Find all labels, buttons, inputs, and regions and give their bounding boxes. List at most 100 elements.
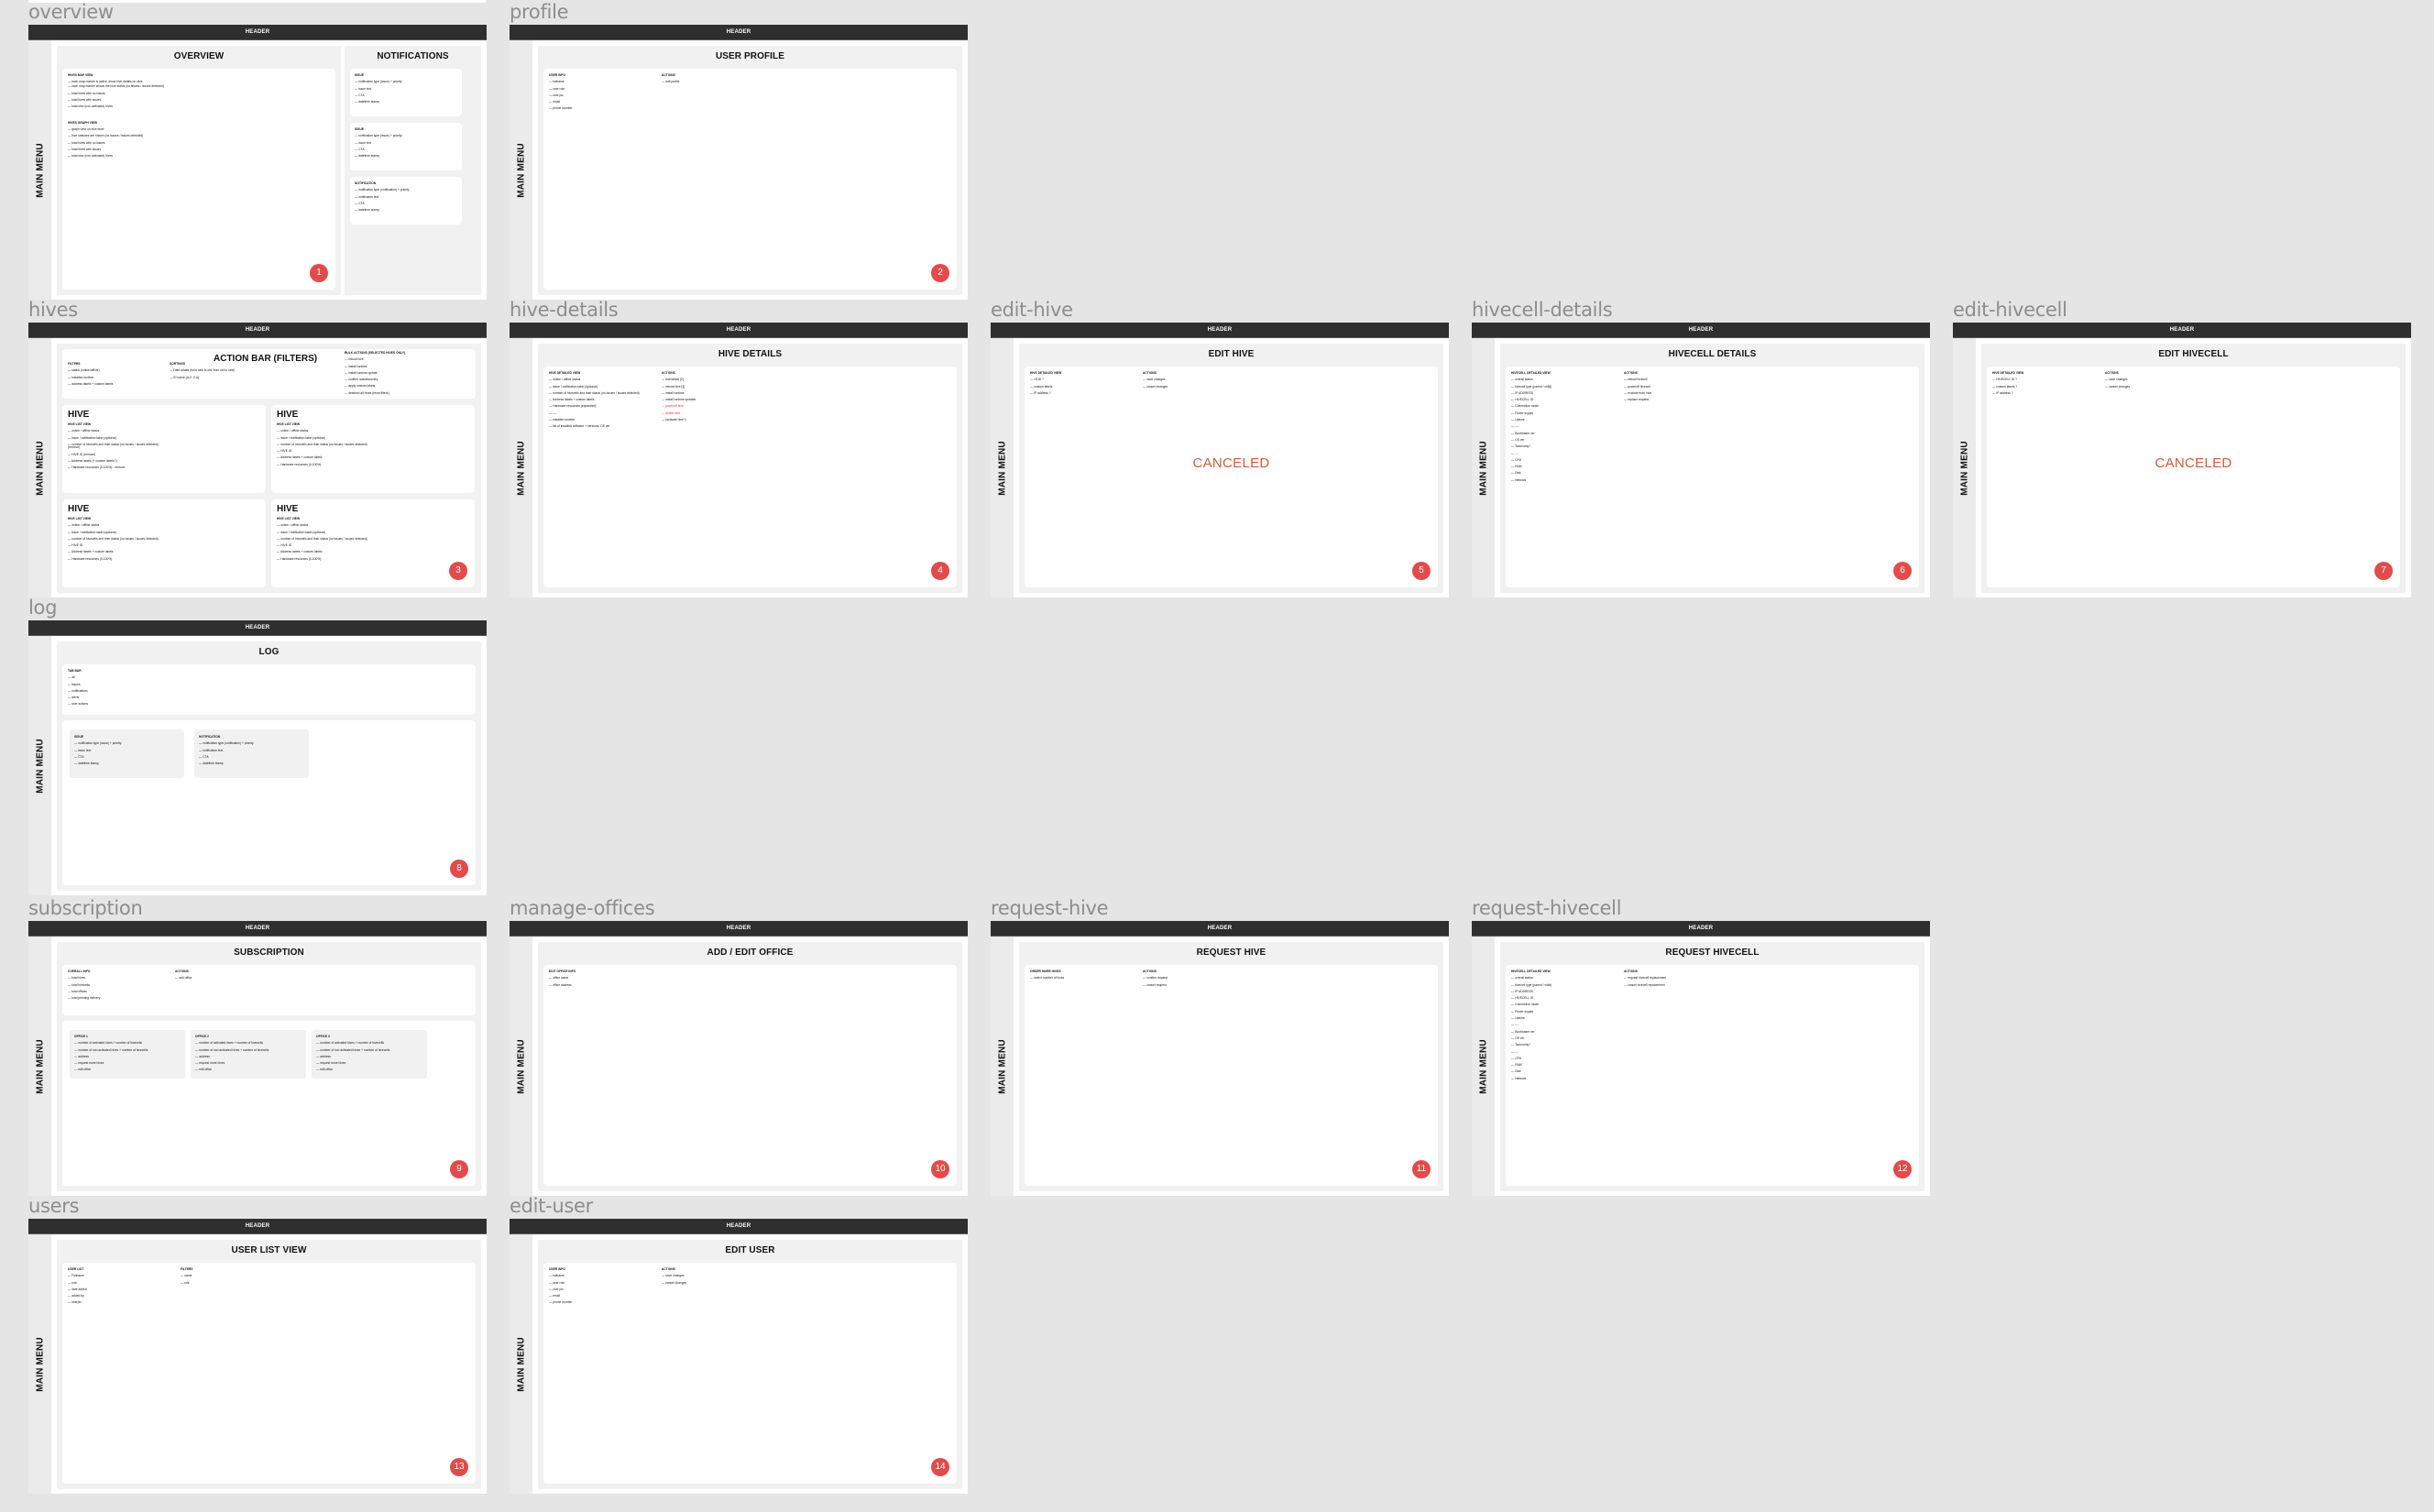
hive-card[interactable]: HIVE HIVE LIST VIEW — online / offline sta… bbox=[62, 405, 266, 493]
frame-name-label[interactable]: subscription bbox=[28, 896, 143, 920]
frame-name-label[interactable]: manage-offices bbox=[510, 896, 655, 920]
notification-card[interactable]: NOTIFICATION — notification type (notific… bbox=[350, 177, 462, 225]
section-item: — replace request bbox=[1624, 397, 1651, 403]
notification-card[interactable]: ISSUE — notification type (issue) + prior… bbox=[350, 69, 462, 116]
section-item: — Fullname bbox=[68, 1273, 87, 1279]
frame-name-label[interactable]: log bbox=[28, 596, 57, 619]
section-item: — number of hivecells and their status (… bbox=[549, 390, 641, 396]
frame-name-label[interactable]: request-hivecell bbox=[1472, 896, 1622, 920]
hive-card-title: HIVE bbox=[277, 410, 299, 420]
page-title: EDIT HIVE bbox=[1208, 349, 1255, 359]
content-panel: EDIT USER USER INFO — fullname — user role —… bbox=[538, 1240, 962, 1489]
item-text: number of hivecells and their status (no… bbox=[553, 390, 640, 395]
main-menu-sidebar: MAIN MENU bbox=[28, 1234, 51, 1494]
content-panel: SUBSCRIPTION OVERALL INFO — total hives — t… bbox=[57, 942, 481, 1191]
frame-name-label[interactable]: request-hive bbox=[991, 896, 1109, 920]
section-item: — cancel changes bbox=[2105, 384, 2130, 390]
section-item: — notifications bbox=[68, 688, 88, 695]
content-section: ACTIONS — save changes — cancel changes bbox=[2105, 370, 2130, 390]
screen-number-badge: 13 bbox=[450, 1458, 468, 1476]
hive-card[interactable]: HIVE HIVE LIST VIEW — online / offline sta… bbox=[271, 499, 475, 587]
office-card[interactable]: OFFICE 1 — number of activated hives + nu… bbox=[70, 1030, 185, 1079]
item-text: notification text bbox=[358, 194, 379, 199]
content-card: USER LIST — Fullname — role — date added — a… bbox=[62, 1263, 476, 1484]
frame-name-label[interactable]: edit-hive bbox=[991, 298, 1073, 322]
section-item: — edit profile bbox=[662, 79, 679, 85]
content-section: HIVECELL DETAILED VIEW — overall status — … bbox=[1511, 370, 1551, 484]
content-section: OFFICE 2 — number of activated hives + nu… bbox=[195, 1034, 269, 1074]
item-text: total hives with issues bbox=[71, 148, 102, 152]
section-item: — (activate hive?) bbox=[662, 417, 696, 423]
content-card: HIVE DETAILED VIEW — HIVECELL ID ? — custo… bbox=[1987, 367, 2400, 587]
item-text: CTA bbox=[358, 147, 365, 151]
content-card: USER INFO — fullname — user role — user pic… bbox=[543, 69, 957, 290]
notification-card[interactable]: ISSUE — notification type (issue) + prior… bbox=[350, 123, 462, 170]
log-entry-card[interactable]: NOTIFICATION — notification type (notific… bbox=[194, 729, 309, 778]
section-item: — office name bbox=[549, 975, 576, 981]
section-item: — total hives with no issues bbox=[68, 140, 155, 147]
page-title: USER LIST VIEW bbox=[231, 1245, 307, 1255]
section-item: — address labels + custom labels bbox=[68, 381, 113, 388]
frame-name-label[interactable]: overview bbox=[28, 0, 114, 24]
frame-name-label[interactable]: users bbox=[28, 1194, 80, 1218]
item-text: Disk bbox=[1515, 1069, 1521, 1074]
section-item: — confirm autodiscovery bbox=[345, 377, 405, 383]
item-text: save changes bbox=[2109, 378, 2128, 382]
section-item: — graph view on hive level bbox=[68, 126, 155, 133]
section-item: — IP address ? bbox=[1030, 390, 1061, 397]
section-item: — edit office bbox=[316, 1067, 389, 1073]
frame-name-label[interactable]: hivecell-details bbox=[1472, 298, 1613, 322]
hive-card[interactable]: HIVE HIVE LIST VIEW — online / offline sta… bbox=[62, 499, 266, 587]
section-item: — number of hivecells and their status (… bbox=[68, 537, 159, 542]
section-item: — name bbox=[181, 1273, 193, 1279]
hive-card[interactable]: HIVE HIVE LIST VIEW — online / offline sta… bbox=[271, 405, 475, 493]
header-bar: HEADER bbox=[510, 25, 968, 40]
hive-card-title: HIVE bbox=[68, 410, 90, 420]
content-section: HIVE LIST VIEW — online / offline status —… bbox=[277, 422, 368, 468]
item-text: Uptime bbox=[1515, 418, 1525, 422]
header-bar: HEADER bbox=[510, 1219, 968, 1234]
frame-name-label[interactable]: edit-user bbox=[510, 1194, 593, 1218]
section-heading: HIVE LIST VIEW bbox=[68, 422, 92, 426]
section-heading: OVERALL INFO bbox=[68, 970, 91, 973]
item-text: issue / notification label (optional) bbox=[71, 530, 116, 534]
item-text: HIVECELL ID bbox=[1515, 398, 1534, 402]
frame-name-label[interactable]: hive-details bbox=[510, 298, 619, 322]
section-item: — issue text bbox=[355, 140, 402, 147]
section-item: — installed runtime bbox=[68, 375, 113, 381]
content-panel: USER PROFILE USER INFO — fullname — user ro… bbox=[538, 46, 962, 295]
section-heading: ACTIONS bbox=[1143, 970, 1157, 973]
item-text: Address labels + custom labels bbox=[280, 550, 323, 554]
item-text: notification type (issue) + priority bbox=[78, 741, 122, 746]
main-menu-sidebar: MAIN MENU bbox=[991, 937, 1014, 1196]
content-section: NOTIFICATION — notification type (notific… bbox=[199, 734, 254, 767]
item-text: Power supply bbox=[1515, 1009, 1534, 1013]
section-item: — list of installed software + versions,… bbox=[549, 424, 641, 429]
content-card: EDIT OFFICE INFO — office name — office ad… bbox=[543, 965, 957, 1186]
section-item: — address bbox=[195, 1054, 269, 1060]
wireframe-screen: HEADER MAIN MENU EDIT USER USER INFO — fulln… bbox=[510, 1219, 968, 1494]
section-item: — HIVECELL ID bbox=[1511, 397, 1551, 403]
wireframe-screen: HEADER MAIN MENU USER LIST VIEW USER LIST — … bbox=[28, 1219, 487, 1494]
section-heading: HIVE LIST VIEW bbox=[277, 422, 301, 426]
item-text: cancel changes bbox=[1146, 384, 1168, 389]
item-text: issue / notification label (optional) bbox=[280, 435, 325, 440]
header-bar: HEADER bbox=[28, 323, 487, 338]
frame-name-label[interactable]: hives bbox=[28, 298, 78, 322]
section-item: — hivecell type (parent / child) bbox=[1511, 982, 1551, 989]
item-text: Fullname bbox=[71, 1274, 84, 1278]
frame-name-label[interactable]: edit-hivecell bbox=[1953, 298, 2067, 322]
section-item: — edit labels [2] bbox=[662, 377, 696, 383]
log-entry-card[interactable]: ISSUE — notification type (issue) + prior… bbox=[70, 729, 184, 778]
header-bar: HEADER bbox=[28, 25, 487, 40]
section-item: — Disk bbox=[1511, 1068, 1551, 1075]
section-item: — datetime stamp bbox=[199, 761, 254, 767]
office-card[interactable]: OFFICE 2 — number of activated hives + nu… bbox=[191, 1030, 306, 1079]
office-card[interactable]: OFFICE 3 — number of activated hives + nu… bbox=[312, 1030, 427, 1079]
content-panel: EDIT HIVECELL HIVE DETAILED VIEW — HIVECEL… bbox=[1981, 344, 2406, 593]
section-item: — Hardware resources (expanded) bbox=[549, 403, 641, 410]
content-section: HIVE DETAILED VIEW — HIVECELL ID ? — custo… bbox=[1992, 370, 2023, 397]
item-text: apply custom labels bbox=[348, 384, 376, 389]
main-menu-label: MAIN MENU bbox=[1478, 440, 1488, 496]
frame-name-label[interactable]: profile bbox=[510, 0, 569, 24]
